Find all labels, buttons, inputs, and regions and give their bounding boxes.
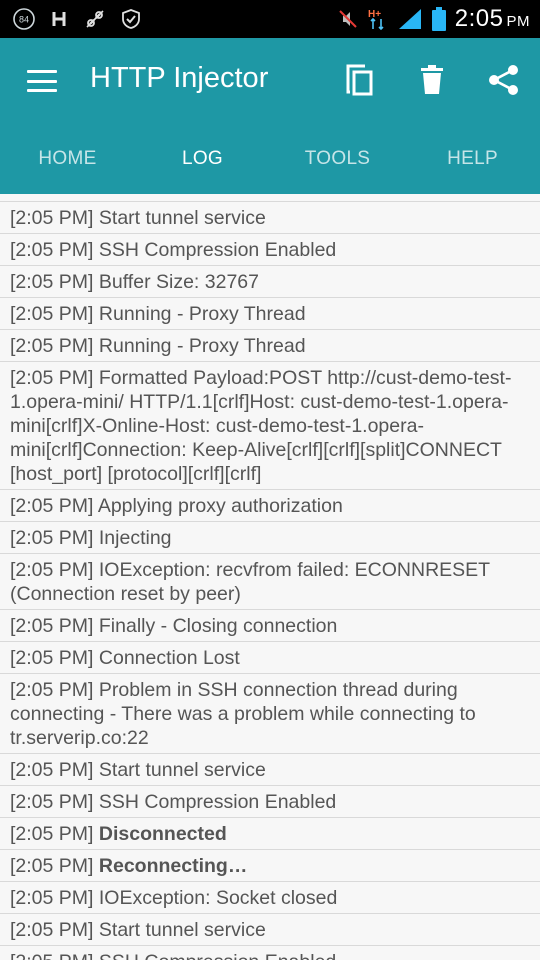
hamburger-menu-icon[interactable]: [24, 66, 60, 96]
log-timestamp: [2:05 PM]: [10, 367, 94, 389]
log-message: Reconnecting…: [98, 855, 248, 877]
log-entry: [2:05 PM] Reconnecting…: [0, 850, 540, 882]
log-row-partial: [0, 194, 540, 202]
log-entry: [2:05 PM] Finally - Closing connection: [0, 610, 540, 642]
circle-badge-icon: 84: [12, 7, 36, 31]
log-entry: [2:05 PM] SSH Compression Enabled: [0, 786, 540, 818]
log-timestamp: [2:05 PM]: [10, 207, 94, 229]
log-message: Start tunnel service: [98, 759, 266, 781]
signal-icon: [397, 7, 423, 31]
log-message: Finally - Closing connection: [98, 615, 338, 637]
log-entry: [2:05 PM] IOException: Socket closed: [0, 882, 540, 914]
tab-help[interactable]: HELP: [405, 124, 540, 194]
tab-tools[interactable]: TOOLS: [270, 124, 405, 194]
log-timestamp: [2:05 PM]: [10, 855, 94, 877]
log-entry: [2:05 PM] IOException: recvfrom failed: …: [0, 554, 540, 610]
log-message: Running - Proxy Thread: [98, 335, 306, 357]
log-entry: [2:05 PM] Start tunnel service: [0, 202, 540, 234]
log-message: IOException: Socket closed: [98, 887, 338, 909]
toolbar: HTTP Injector: [0, 38, 540, 124]
status-time: 2:05 PM: [454, 5, 530, 32]
log-timestamp: [2:05 PM]: [10, 887, 94, 909]
log-entry: [2:05 PM] Start tunnel service: [0, 914, 540, 946]
log-entry: [2:05 PM] Start tunnel service: [0, 754, 540, 786]
app-title: HTTP Injector: [90, 62, 269, 94]
log-entry: [2:05 PM] Problem in SSH connection thre…: [0, 674, 540, 754]
log-timestamp: [2:05 PM]: [10, 951, 93, 960]
log-message: Running - Proxy Thread: [98, 303, 306, 325]
app-bar: HTTP Injector HOME LOG TOOLS HELP: [0, 38, 540, 194]
badge-text: 84: [19, 15, 29, 25]
log-timestamp: [2:05 PM]: [10, 679, 94, 701]
hplus-data-icon: H+: [367, 7, 389, 31]
log-timestamp: [2:05 PM]: [10, 335, 94, 357]
log-timestamp: [2:05 PM]: [10, 527, 94, 549]
log-entry: [2:05 PM] Disconnected: [0, 818, 540, 850]
log-entry: [2:05 PM] Injecting: [0, 522, 540, 554]
log-timestamp: [2:05 PM]: [10, 647, 94, 669]
tab-log[interactable]: LOG: [135, 124, 270, 194]
log-entry: [2:05 PM] SSH Compression Enabled: [0, 234, 540, 266]
log-message: Injecting: [98, 527, 172, 549]
log-timestamp: [2:05 PM]: [10, 791, 94, 813]
log-message: SSH Compression Enabled: [98, 791, 337, 813]
log-message: Disconnected: [98, 823, 227, 845]
log-list[interactable]: [2:05 PM] Start tunnel service [2:05 PM] …: [0, 194, 540, 960]
h-notification-icon: [50, 9, 70, 29]
log-message: SSH Compression Enabled: [98, 239, 337, 261]
tab-home[interactable]: HOME: [0, 124, 135, 194]
log-message: Applying proxy authorization: [97, 495, 343, 517]
log-entry: [2:05 PM] Connection Lost: [0, 642, 540, 674]
mute-icon: [337, 8, 359, 30]
log-message: Start tunnel service: [98, 919, 266, 941]
log-message: Buffer Size: 32767: [98, 271, 259, 293]
log-entry: [2:05 PM] SSH Compression Enabled: [0, 946, 540, 960]
log-timestamp: [2:05 PM]: [10, 271, 94, 293]
log-timestamp: [2:05 PM]: [10, 823, 94, 845]
svg-text:H+: H+: [368, 9, 381, 20]
tab-bar: HOME LOG TOOLS HELP: [0, 124, 540, 194]
log-timestamp: [2:05 PM]: [10, 615, 94, 637]
log-entry: [2:05 PM] Formatted Payload:POST http://…: [0, 362, 540, 490]
log-entry: [2:05 PM] Running - Proxy Thread: [0, 330, 540, 362]
battery-icon: [431, 6, 447, 32]
no-link-icon: [84, 8, 106, 30]
share-icon[interactable]: [484, 60, 524, 100]
shield-check-icon: [120, 8, 142, 30]
delete-icon[interactable]: [412, 60, 452, 100]
log-entry: [2:05 PM] Buffer Size: 32767: [0, 266, 540, 298]
log-timestamp: [2:05 PM]: [10, 559, 94, 581]
log-message: SSH Compression Enabled: [99, 951, 336, 960]
log-timestamp: [2:05 PM]: [10, 303, 94, 325]
status-bar: 84 H+ 2:05 PM: [0, 0, 540, 38]
log-entry: [2:05 PM] Running - Proxy Thread: [0, 298, 540, 330]
log-message: Connection Lost: [98, 647, 240, 669]
log-timestamp: [2:05 PM]: [10, 759, 94, 781]
log-timestamp: [2:05 PM]: [10, 495, 94, 517]
log-entry: [2:05 PM] Applying proxy authorization: [0, 490, 540, 522]
log-timestamp: [2:05 PM]: [10, 919, 94, 941]
copy-icon[interactable]: [340, 60, 380, 100]
log-message: Start tunnel service: [98, 207, 266, 229]
log-timestamp: [2:05 PM]: [10, 239, 94, 261]
